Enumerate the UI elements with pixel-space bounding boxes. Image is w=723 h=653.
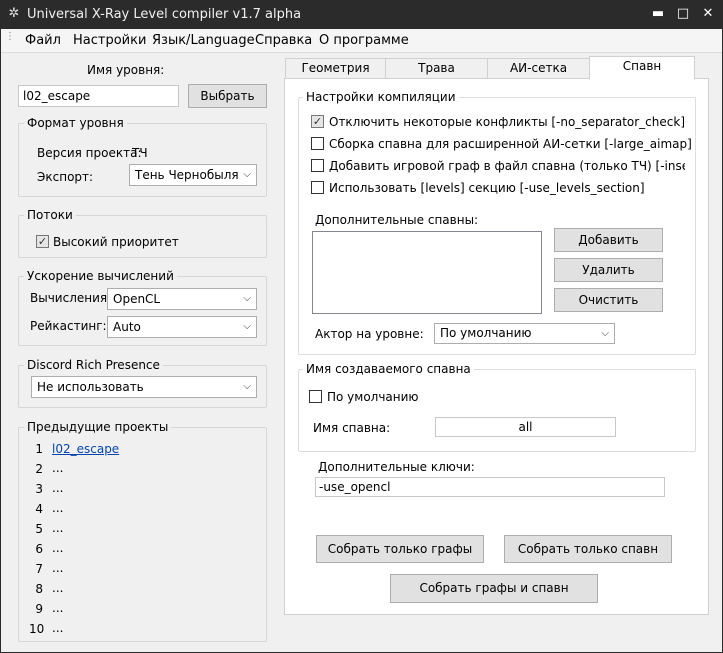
tab-grass[interactable]: Трава — [385, 58, 488, 79]
recent-project-empty: ... — [52, 581, 64, 595]
menu-language[interactable]: Язык/Language — [152, 33, 255, 48]
insert-graph-checkbox[interactable] — [311, 159, 324, 172]
no-separator-check-checkbox[interactable]: ✓ — [311, 115, 324, 128]
menu-help[interactable]: Справка — [255, 33, 312, 48]
extra-keys-label: Дополнительные ключи: — [318, 460, 475, 474]
recent-project-number: 6 — [35, 542, 43, 556]
menu-about[interactable]: О программе — [319, 33, 409, 48]
extra-spawns-label: Дополнительные спавны: — [315, 213, 479, 227]
large-aimap-checkbox[interactable] — [311, 137, 324, 150]
large-aimap-label: Сборка спавна для расширенной АИ-сетки [… — [329, 137, 692, 151]
compute-label: Вычисления: — [30, 291, 112, 305]
compute-select-value: OpenCL — [113, 292, 161, 306]
format-group-title: Формат уровня — [24, 116, 127, 130]
raycast-select-value: Auto — [113, 320, 141, 334]
export-label: Экспорт: — [37, 170, 94, 184]
recent-project-number: 9 — [35, 602, 43, 616]
recent-project-number: 3 — [35, 482, 43, 496]
recent-project-empty: ... — [52, 481, 64, 495]
actor-select[interactable]: По умолчанию ⌵ — [434, 323, 615, 344]
recent-project-empty: ... — [52, 601, 64, 615]
choose-level-button[interactable]: Выбрать — [188, 84, 267, 108]
chevron-down-icon: ⌵ — [243, 381, 251, 392]
insert-graph-label: Добавить игровой граф в файл спавна (тол… — [329, 159, 685, 173]
close-button[interactable]: ✕ — [698, 5, 718, 23]
spawn-name-label: Имя спавна: — [313, 421, 391, 435]
project-version-value: ТЧ — [132, 146, 148, 160]
spawn-name-group — [298, 369, 696, 452]
raycast-select[interactable]: Auto ⌵ — [107, 316, 257, 338]
default-spawn-name-checkbox[interactable] — [309, 390, 322, 403]
recent-project-empty: ... — [52, 621, 64, 635]
extra-keys-input[interactable]: -use_opencl — [315, 477, 665, 497]
tab-geometry[interactable]: Геометрия — [285, 58, 386, 79]
high-priority-label: Высокий приоритет — [53, 235, 179, 249]
threads-group-title: Потоки — [24, 208, 76, 222]
build-graphs-button[interactable]: Собрать только графы — [316, 535, 484, 563]
menu-grip-icon: ⋮ — [5, 31, 15, 42]
tab-ai-mesh[interactable]: АИ-сетка — [487, 58, 590, 79]
spawn-name-input[interactable]: all — [435, 417, 616, 437]
default-spawn-name-label: По умолчанию — [327, 390, 419, 404]
recent-project-empty: ... — [52, 541, 64, 555]
level-name-label: Имя уровня: — [87, 63, 165, 77]
raycast-label: Рейкастинг: — [30, 319, 107, 333]
build-spawn-button[interactable]: Собрать только спавн — [504, 535, 672, 563]
compile-settings-title: Настройки компиляции — [303, 90, 459, 104]
chevron-down-icon: ⌵ — [601, 328, 609, 339]
clear-spawns-button[interactable]: Очистить — [554, 288, 663, 312]
recent-project-empty: ... — [52, 461, 64, 475]
app-icon: ✲ — [8, 6, 20, 21]
remove-spawn-button[interactable]: Удалить — [554, 258, 663, 282]
window-title: Universal X-Ray Level compiler v1.7 alph… — [27, 7, 302, 22]
build-graphs-and-spawn-button[interactable]: Собрать графы и спавн — [390, 574, 598, 603]
title-bar[interactable]: ✲ Universal X-Ray Level compiler v1.7 al… — [1, 1, 722, 29]
discord-select[interactable]: Не использовать ⌵ — [31, 376, 257, 398]
recent-project-number: 4 — [35, 502, 43, 516]
discord-select-value: Не использовать — [37, 380, 144, 394]
recent-project-link[interactable]: l02_escape — [52, 442, 119, 456]
recent-project-empty: ... — [52, 501, 64, 515]
extra-spawns-listbox[interactable] — [312, 231, 542, 314]
export-select-value: Тень Чернобыля — [135, 168, 239, 182]
recent-project-number: 5 — [35, 522, 43, 536]
spawn-name-group-title: Имя создаваемого спавна — [303, 362, 474, 376]
tab-spawn[interactable]: Спавн — [589, 56, 695, 80]
level-name-input[interactable]: l02_escape — [18, 85, 179, 107]
menu-settings[interactable]: Настройки — [73, 33, 146, 48]
no-separator-check-label: Отключить некоторые конфликты [-no_separ… — [329, 115, 685, 129]
recent-project-number: 10 — [29, 622, 45, 636]
chevron-down-icon: ⌵ — [243, 321, 251, 332]
acceleration-group-title: Ускорение вычислений — [24, 269, 177, 283]
discord-group-title: Discord Rich Presence — [24, 358, 163, 372]
menu-bar: ⋮ Файл Настройки Язык/Language Справка О… — [1, 29, 722, 53]
recent-project-number: 7 — [35, 562, 43, 576]
recent-project-number: 1 — [35, 442, 43, 456]
maximize-button[interactable]: □ — [673, 5, 693, 23]
project-version-label: Версия проекта: — [37, 146, 142, 160]
export-select[interactable]: Тень Чернобыля ⌵ — [129, 164, 257, 186]
recent-project-number: 2 — [35, 462, 43, 476]
minimize-button[interactable]: ▬ — [648, 5, 668, 23]
recent-project-empty: ... — [52, 521, 64, 535]
recent-project-empty: ... — [52, 561, 64, 575]
use-levels-section-label: Использовать [levels] секцию [-use_level… — [329, 181, 645, 195]
use-levels-section-checkbox[interactable] — [311, 181, 324, 194]
actor-label: Актор на уровне: — [315, 327, 424, 341]
app-window: ✲ Universal X-Ray Level compiler v1.7 al… — [0, 0, 723, 653]
recent-projects-title: Предыдущие проекты — [24, 420, 172, 434]
high-priority-checkbox[interactable]: ✓ — [36, 235, 49, 248]
chevron-down-icon: ⌵ — [243, 169, 251, 180]
recent-project-number: 8 — [35, 582, 43, 596]
add-spawn-button[interactable]: Добавить — [554, 228, 663, 252]
menu-file[interactable]: Файл — [25, 33, 61, 48]
actor-select-value: По умолчанию — [440, 326, 532, 340]
compute-select[interactable]: OpenCL ⌵ — [107, 288, 257, 310]
chevron-down-icon: ⌵ — [243, 293, 251, 304]
